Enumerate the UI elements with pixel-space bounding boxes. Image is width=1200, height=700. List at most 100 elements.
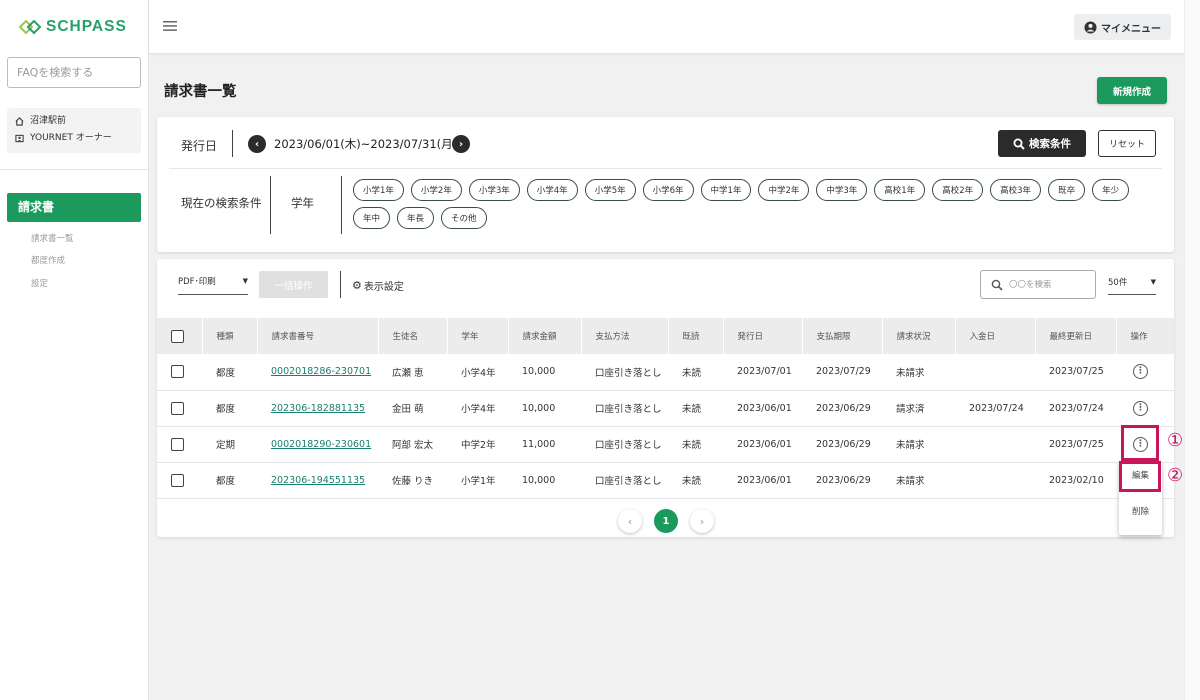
cell-invoice-number[interactable]: 0002018286-230701 [257,354,378,391]
grade-chip[interactable]: その他 [441,207,487,229]
chevron-left-icon: ‹ [627,514,633,528]
col-header-payment-method[interactable]: 支払方法 [581,318,669,354]
grade-chip[interactable]: 高校3年 [990,179,1042,201]
sidebar-sub-invoice-list[interactable]: 請求書一覧 [31,232,74,244]
cell-due-date: 2023/06/29 [802,462,882,499]
prev-page-button[interactable]: ‹ [618,509,642,533]
scrollbar[interactable] [1184,0,1200,700]
grade-chip[interactable]: 中学3年 [816,179,868,201]
row-checkbox[interactable] [171,437,184,451]
cell-type: 都度 [202,390,257,427]
cell-grade: 中学2年 [447,426,508,463]
sidebar-sub-settings[interactable]: 設定 [31,277,48,289]
grade-chip[interactable]: 小学2年 [410,179,462,201]
annotation-marker-1: ① [1167,430,1184,451]
sidebar-item-invoice[interactable]: 請求書 [7,193,141,222]
top-header: マイメニュー [149,0,1184,53]
select-all-checkbox[interactable] [171,329,184,343]
new-create-button[interactable]: 新規作成 [1097,77,1167,104]
highlight-box-kebab [1121,425,1159,461]
cell-amount: 10,000 [508,354,581,391]
grade-chip[interactable]: 年中 [353,207,391,229]
page-1-button[interactable]: 1 [654,509,678,533]
col-header-status[interactable]: 請求状況 [882,318,956,354]
grade-chip[interactable]: 小学4年 [526,179,578,201]
col-header-type[interactable]: 種類 [202,318,258,354]
per-page-select[interactable]: 50件 ▼ [1108,276,1156,295]
caret-down-icon: ▼ [242,277,248,285]
sidebar-divider [0,169,149,170]
search-icon [1013,138,1025,150]
row-checkbox[interactable] [171,365,184,379]
user-icon [1084,20,1097,34]
row-actions-kebab-icon[interactable]: ⋮ [1133,400,1148,416]
grade-chip[interactable]: 中学1年 [700,179,752,201]
col-header-last-updated[interactable]: 最終更新日 [1035,318,1117,354]
col-header-payment-date[interactable]: 入金日 [955,318,1036,354]
cell-invoice-number[interactable]: 0002018290-230601 [257,426,378,463]
cell-issue-date: 2023/07/01 [723,354,802,391]
cell-grade: 小学4年 [447,354,508,391]
search-conditions-label: 検索条件 [1029,138,1071,150]
table-search-input[interactable] [1009,279,1089,290]
logo[interactable]: SCHPASS [18,18,127,36]
col-header-read[interactable]: 既読 [668,318,724,354]
reset-button[interactable]: リセット [1098,130,1156,157]
prev-period-button[interactable]: ‹ [248,135,266,153]
cell-payment-date [955,354,1035,391]
bulk-action-button[interactable]: 一括操作 [259,271,328,298]
row-checkbox[interactable] [171,401,184,415]
row-select-cell [157,390,202,427]
chevron-right-icon: › [458,138,464,150]
col-header-student-name[interactable]: 生徒名 [378,318,448,354]
next-period-button[interactable]: › [452,135,470,153]
grade-chip[interactable]: 既卒 [1048,179,1086,201]
grade-chip[interactable]: 高校2年 [932,179,984,201]
col-header-due-date[interactable]: 支払期限 [802,318,883,354]
search-conditions-card: 発行日 ‹ 2023/06/01(木)~2023/07/31(月) › 検索条件… [157,117,1174,252]
row-select-cell [157,426,202,463]
row-checkbox[interactable] [171,473,184,487]
col-header-grade[interactable]: 学年 [447,318,509,354]
page-title: 請求書一覧 [164,84,237,100]
search-conditions-button[interactable]: 検索条件 [998,130,1086,157]
my-menu-button[interactable]: マイメニュー [1074,14,1171,40]
table-row: 定期 0002018290-230601 阿部 宏太 中学2年 11,000 口座引き落と… [157,426,1174,463]
cell-actions: ⋮ [1116,390,1174,427]
logo-text: SCHPASS [46,18,127,35]
school-info: 沼津駅前 YOURNET オーナー [7,108,141,153]
display-settings-button[interactable]: ⚙ 表示設定 [352,278,404,293]
cell-read: 未読 [668,426,723,463]
hamburger-icon[interactable] [163,20,177,32]
cell-invoice-number[interactable]: 202306-182881135 [257,390,378,427]
col-header-issue-date[interactable]: 発行日 [723,318,803,354]
grade-chip[interactable]: 年少 [1092,179,1130,201]
cell-status: 未請求 [882,426,955,463]
cell-invoice-number[interactable]: 202306-194551135 [257,462,378,499]
grade-chip[interactable]: 小学1年 [353,179,404,201]
cell-due-date: 2023/07/29 [802,354,882,391]
pagination: ‹ 1 › [618,509,714,533]
grade-chip[interactable]: 年長 [397,207,435,229]
menu-item-delete[interactable]: 削除 [1119,505,1162,517]
grade-chip[interactable]: 中学2年 [758,179,810,201]
grade-chip[interactable]: 小学3年 [468,179,520,201]
grade-chip[interactable]: 小学6年 [642,179,694,201]
cell-last-updated: 2023/07/25 [1035,354,1116,391]
row-actions-kebab-icon[interactable]: ⋮ [1133,364,1148,380]
table-search-field[interactable] [980,270,1096,299]
school-row: 沼津駅前 [15,113,133,130]
cell-payment-method: 口座引き落とし [581,354,668,391]
cell-issue-date: 2023/06/01 [723,390,802,427]
grade-chip[interactable]: 小学5年 [584,179,636,201]
next-page-button[interactable]: › [690,509,714,533]
col-header-invoice-number[interactable]: 請求書番号 [257,318,379,354]
my-menu-label: マイメニュー [1101,23,1161,35]
sidebar-sub-one-time-create[interactable]: 都度作成 [31,254,65,266]
cell-issue-date: 2023/06/01 [723,462,802,499]
grade-chip[interactable]: 高校1年 [874,179,926,201]
faq-search-input[interactable] [7,57,141,88]
cell-student-name: 広瀬 恵 [378,354,447,391]
pdf-print-select[interactable]: PDF･印刷 ▼ [178,275,248,295]
col-header-amount[interactable]: 請求金額 [508,318,582,354]
